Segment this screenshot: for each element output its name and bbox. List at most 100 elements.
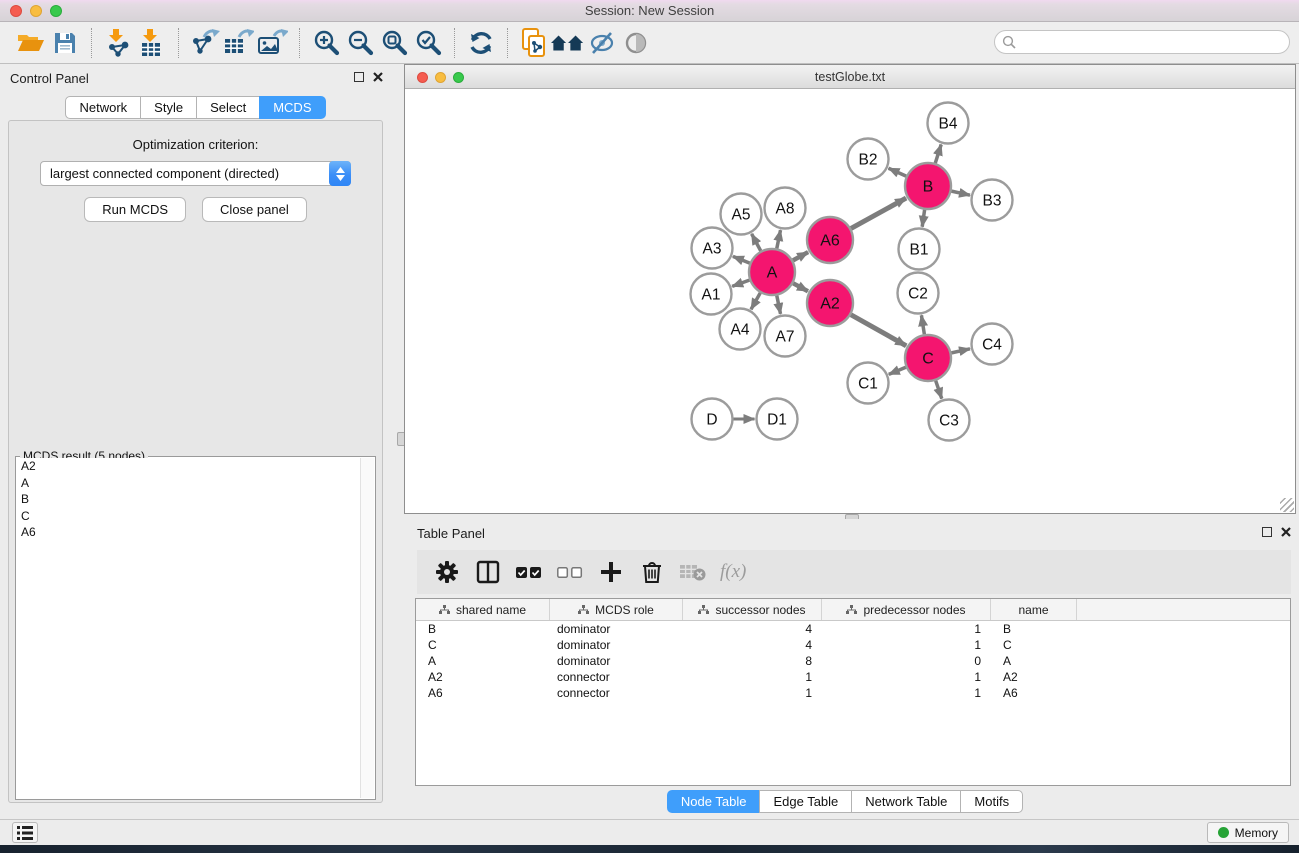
tab-edge-table[interactable]: Edge Table: [759, 790, 852, 813]
column-header-shared-name[interactable]: shared name: [416, 599, 550, 620]
table-row[interactable]: Adominator80A: [416, 653, 1290, 669]
save-session-icon[interactable]: [48, 27, 82, 59]
graph-edge-B-B3[interactable]: [951, 191, 970, 195]
delete-column-trash-icon[interactable]: [636, 557, 668, 587]
table-cell: 4: [683, 622, 822, 636]
titlebar: Session: New Session: [0, 0, 1299, 22]
export-network-icon[interactable]: [188, 27, 222, 59]
clone-network-icon[interactable]: [517, 27, 551, 59]
net-minimize-button[interactable]: [435, 72, 446, 83]
graph-edge-C-C1[interactable]: [889, 367, 906, 374]
maximize-window-button[interactable]: [50, 5, 62, 17]
graph-edge-A-A1[interactable]: [732, 280, 749, 286]
window-resize-grip[interactable]: [1280, 498, 1294, 512]
graph-edge-A-A2[interactable]: [793, 283, 808, 291]
home-icon[interactable]: [551, 27, 585, 59]
graph-edge-A-A6[interactable]: [793, 252, 808, 260]
main-toolbar: [0, 22, 1299, 64]
float-panel-icon[interactable]: [354, 72, 364, 82]
graph-edge-A-A5[interactable]: [752, 234, 761, 251]
run-mcds-button[interactable]: Run MCDS: [84, 197, 186, 222]
close-panel-icon[interactable]: [373, 72, 383, 82]
network-canvas[interactable]: B4B2BB3A8A5A6A3B1AC2A1A2A4A7C4CC1C3DD1: [405, 89, 1295, 513]
result-list-item[interactable]: A6: [17, 524, 360, 541]
tab-node-table[interactable]: Node Table: [667, 790, 761, 813]
graph-edge-B-B2[interactable]: [889, 168, 907, 176]
column-header-mcds-role[interactable]: MCDS role: [550, 599, 683, 620]
graph-node-label-C3: C3: [939, 412, 959, 429]
table-row[interactable]: Cdominator41C: [416, 637, 1290, 653]
graph-edge-B-B4[interactable]: [935, 144, 941, 163]
attribute-icon: [846, 605, 857, 615]
graph-edge-A-A3[interactable]: [733, 256, 750, 263]
table-cell: B: [991, 622, 1077, 636]
minimize-window-button[interactable]: [30, 5, 42, 17]
table-row[interactable]: A2connector11A2: [416, 669, 1290, 685]
float-table-panel-icon[interactable]: [1262, 527, 1272, 537]
show-columns-icon[interactable]: [472, 557, 504, 587]
graph-edge-A-A4[interactable]: [751, 293, 760, 309]
table-cell: dominator: [550, 622, 683, 636]
import-network-icon[interactable]: [101, 27, 135, 59]
delete-table-icon[interactable]: [677, 557, 709, 587]
column-header-name[interactable]: name: [991, 599, 1077, 620]
result-list-item[interactable]: B: [17, 491, 360, 508]
search-field[interactable]: [994, 30, 1290, 54]
tab-network-table[interactable]: Network Table: [851, 790, 961, 813]
graph-edge-C-C4[interactable]: [951, 349, 970, 353]
select-all-icon[interactable]: [513, 557, 545, 587]
table-settings-gear-icon[interactable]: [431, 557, 463, 587]
result-list-item[interactable]: C: [17, 508, 360, 525]
zoom-in-icon[interactable]: [309, 27, 343, 59]
show-details-eye-icon[interactable]: [619, 27, 653, 59]
close-panel-button[interactable]: Close panel: [202, 197, 307, 222]
zoom-fit-icon[interactable]: [377, 27, 411, 59]
deselect-all-icon[interactable]: [554, 557, 586, 587]
search-input[interactable]: [1017, 33, 1289, 51]
graph-edge-B-B1[interactable]: [922, 210, 924, 227]
network-window-titlebar: testGlobe.txt: [405, 65, 1295, 89]
graph-edge-C-C2[interactable]: [921, 315, 924, 334]
export-image-icon[interactable]: [256, 27, 290, 59]
table-row[interactable]: Bdominator41B: [416, 621, 1290, 637]
function-builder-icon[interactable]: f(x): [720, 561, 746, 583]
add-column-icon[interactable]: [595, 557, 627, 587]
close-window-button[interactable]: [10, 5, 22, 17]
mcds-result-list[interactable]: A2ABCA6: [17, 458, 360, 798]
close-table-panel-icon[interactable]: [1281, 527, 1291, 537]
graph-node-label-A5: A5: [732, 206, 751, 223]
memory-button[interactable]: Memory: [1207, 822, 1289, 843]
table-row[interactable]: A6connector11A6: [416, 685, 1290, 701]
tab-motifs[interactable]: Motifs: [960, 790, 1023, 813]
control-panel-tabs: Network Style Select MCDS: [65, 96, 325, 119]
graph-edge-A2-C[interactable]: [851, 315, 906, 346]
tab-network[interactable]: Network: [65, 96, 141, 119]
graph-edge-A-A7[interactable]: [777, 296, 781, 314]
result-list-item[interactable]: A: [17, 475, 360, 492]
tab-mcds[interactable]: MCDS: [259, 96, 325, 119]
optimization-criterion-select[interactable]: largest connected component (directed): [40, 161, 351, 186]
result-scrollbar[interactable]: [360, 458, 374, 798]
graph-node-label-C: C: [922, 351, 934, 368]
table-cell: connector: [550, 670, 683, 684]
task-history-button[interactable]: [12, 822, 38, 843]
import-table-icon[interactable]: [135, 27, 169, 59]
net-close-button[interactable]: [417, 72, 428, 83]
graph-node-label-D: D: [706, 411, 717, 428]
column-header-successor-nodes[interactable]: successor nodes: [683, 599, 822, 620]
tab-select[interactable]: Select: [196, 96, 260, 119]
column-header-predecessor-nodes[interactable]: predecessor nodes: [822, 599, 991, 620]
export-table-icon[interactable]: [222, 27, 256, 59]
graph-edge-A-A8[interactable]: [777, 230, 781, 248]
open-file-icon[interactable]: [14, 27, 48, 59]
zoom-selected-icon[interactable]: [411, 27, 445, 59]
apply-layout-icon[interactable]: [464, 27, 498, 59]
hide-annotations-icon[interactable]: [585, 27, 619, 59]
graph-edge-C-C3[interactable]: [936, 381, 942, 399]
zoom-out-icon[interactable]: [343, 27, 377, 59]
tab-style[interactable]: Style: [140, 96, 197, 119]
result-list-item[interactable]: A2: [17, 458, 360, 475]
graph-edge-A6-B[interactable]: [851, 198, 906, 228]
node-table-body: Bdominator41BCdominator41CAdominator80AA…: [416, 621, 1290, 701]
net-maximize-button[interactable]: [453, 72, 464, 83]
